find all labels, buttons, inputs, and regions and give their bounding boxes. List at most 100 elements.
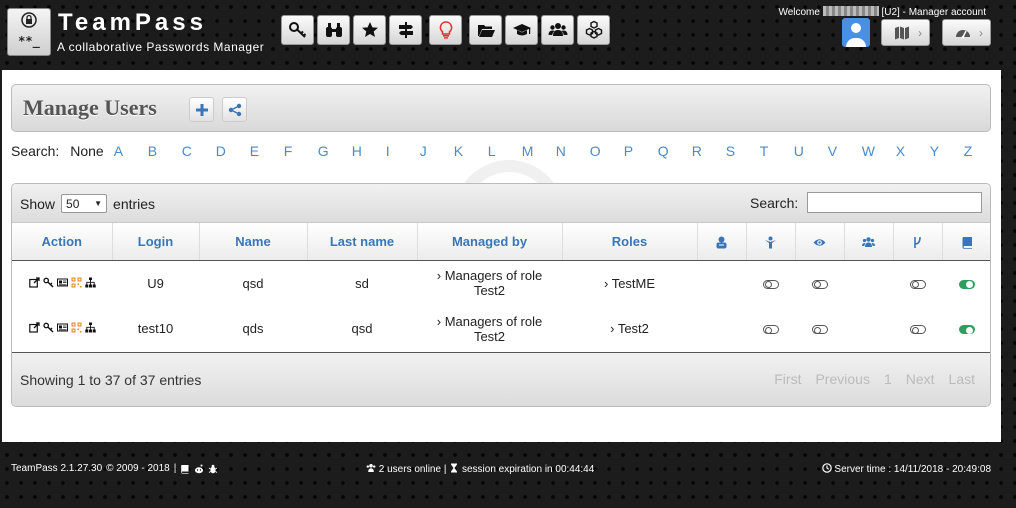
sitemap-icon[interactable]	[84, 276, 96, 291]
version-text: TeamPass 2.1.27.30	[11, 463, 103, 474]
footer-divider: |	[173, 463, 177, 474]
pager-first[interactable]: First	[767, 371, 808, 387]
col-can-manage-all-users[interactable]	[844, 223, 894, 261]
cubes-icon[interactable]	[577, 15, 610, 45]
sitemap-icon[interactable]	[84, 321, 96, 336]
letter-j[interactable]: J	[420, 143, 454, 159]
page-length-select[interactable]: 50 ▼	[61, 194, 108, 213]
letter-f[interactable]: F	[284, 143, 318, 159]
cell-personal-folder	[893, 260, 942, 306]
id-card-icon[interactable]	[56, 276, 68, 291]
col-manager[interactable]	[746, 223, 796, 261]
cell-managed-by[interactable]: › Managers of role Test2	[417, 260, 562, 306]
pager-previous[interactable]: Previous	[808, 371, 876, 387]
cell-name[interactable]: qsd	[199, 260, 307, 306]
letter-g[interactable]: G	[318, 143, 352, 159]
star-icon[interactable]	[353, 15, 386, 45]
key-icon[interactable]	[42, 321, 54, 336]
letter-w[interactable]: W	[862, 143, 896, 159]
users-table: Action Login Name Last name Managed by R…	[12, 223, 990, 353]
cell-read-only	[795, 260, 844, 306]
letter-q[interactable]: Q	[658, 143, 692, 159]
id-card-icon[interactable]	[56, 321, 68, 336]
cell-roles[interactable]: › Test2	[562, 306, 697, 353]
toggle-on-icon[interactable]	[959, 325, 975, 335]
pager-last[interactable]: Last	[942, 371, 982, 387]
letter-c[interactable]: C	[182, 143, 216, 159]
plus-icon	[195, 103, 208, 116]
letter-x[interactable]: X	[896, 143, 930, 159]
letter-v[interactable]: V	[828, 143, 862, 159]
col-action[interactable]: Action	[12, 223, 113, 261]
signpost-icon[interactable]	[389, 15, 422, 45]
book-icon[interactable]	[180, 464, 190, 474]
share-rights-button[interactable]	[222, 97, 247, 122]
lightbulb-icon[interactable]	[429, 15, 462, 45]
bug-icon[interactable]	[208, 464, 218, 474]
add-user-button[interactable]	[189, 97, 214, 122]
col-roles[interactable]: Roles	[562, 223, 698, 261]
letter-s[interactable]: S	[726, 143, 760, 159]
letter-o[interactable]: O	[590, 143, 624, 159]
letter-e[interactable]: E	[250, 143, 284, 159]
cell-roles[interactable]: › TestME	[562, 260, 697, 306]
toggle-off-icon[interactable]	[811, 325, 828, 335]
letter-t[interactable]: T	[760, 143, 794, 159]
letter-h[interactable]: H	[352, 143, 386, 159]
map-button[interactable]: ›	[881, 19, 930, 46]
binoculars-icon[interactable]	[317, 15, 350, 45]
dashboard-button[interactable]: ›	[942, 19, 991, 46]
letter-p[interactable]: P	[624, 143, 658, 159]
graduation-cap-icon[interactable]	[505, 15, 538, 45]
col-last-name[interactable]: Last name	[307, 223, 418, 261]
letter-u[interactable]: U	[794, 143, 828, 159]
col-login[interactable]: Login	[112, 223, 200, 261]
cell-last-name[interactable]: qsd	[307, 306, 417, 353]
col-admin[interactable]	[697, 223, 747, 261]
toggle-off-icon[interactable]	[909, 325, 926, 335]
toggle-off-icon[interactable]	[909, 279, 926, 289]
key-icon[interactable]	[42, 276, 54, 291]
welcome-text: Welcome [U2] - Manager account	[778, 6, 986, 18]
letter-i[interactable]: I	[386, 143, 420, 159]
cell-managed-by[interactable]: › Managers of role Test2	[417, 306, 562, 353]
letter-y[interactable]: Y	[930, 143, 964, 159]
letter-d[interactable]: D	[216, 143, 250, 159]
letter-r[interactable]: R	[692, 143, 726, 159]
col-read-only[interactable]	[795, 223, 845, 261]
toggle-off-icon[interactable]	[762, 325, 779, 335]
reddit-icon[interactable]	[194, 464, 204, 474]
alphabet-none[interactable]: None	[70, 143, 103, 159]
toggle-on-icon[interactable]	[959, 279, 975, 289]
key-icon[interactable]	[281, 15, 314, 45]
toggle-off-icon[interactable]	[762, 279, 779, 289]
letter-b[interactable]: B	[148, 143, 182, 159]
letter-k[interactable]: K	[454, 143, 488, 159]
users-icon[interactable]	[541, 15, 574, 45]
cell-login[interactable]: test10	[112, 306, 199, 353]
edit-icon[interactable]	[28, 276, 40, 291]
avatar[interactable]	[842, 18, 870, 47]
pager-page-1[interactable]: 1	[877, 371, 899, 387]
col-personal-folder[interactable]	[893, 223, 943, 261]
letter-z[interactable]: Z	[964, 143, 998, 159]
col-managed-by[interactable]: Managed by	[417, 223, 563, 261]
col-name[interactable]: Name	[199, 223, 308, 261]
toggle-off-icon[interactable]	[811, 279, 828, 289]
letter-m[interactable]: M	[522, 143, 556, 159]
folder-open-icon[interactable]	[469, 15, 502, 45]
qrcode-icon[interactable]	[71, 276, 82, 291]
table-search-input[interactable]	[807, 192, 982, 213]
letter-l[interactable]: L	[488, 143, 522, 159]
app-logo[interactable]: **_	[7, 8, 51, 56]
pager-next[interactable]: Next	[899, 371, 942, 387]
cell-name[interactable]: qds	[199, 306, 307, 353]
cell-last-name[interactable]: sd	[307, 260, 417, 306]
letter-a[interactable]: A	[114, 143, 148, 159]
col-enabled[interactable]	[942, 223, 990, 261]
edit-icon[interactable]	[28, 321, 40, 336]
letter-n[interactable]: N	[556, 143, 590, 159]
cell-login[interactable]: U9	[112, 260, 199, 306]
eye-icon	[813, 239, 826, 246]
qrcode-icon[interactable]	[71, 321, 82, 336]
